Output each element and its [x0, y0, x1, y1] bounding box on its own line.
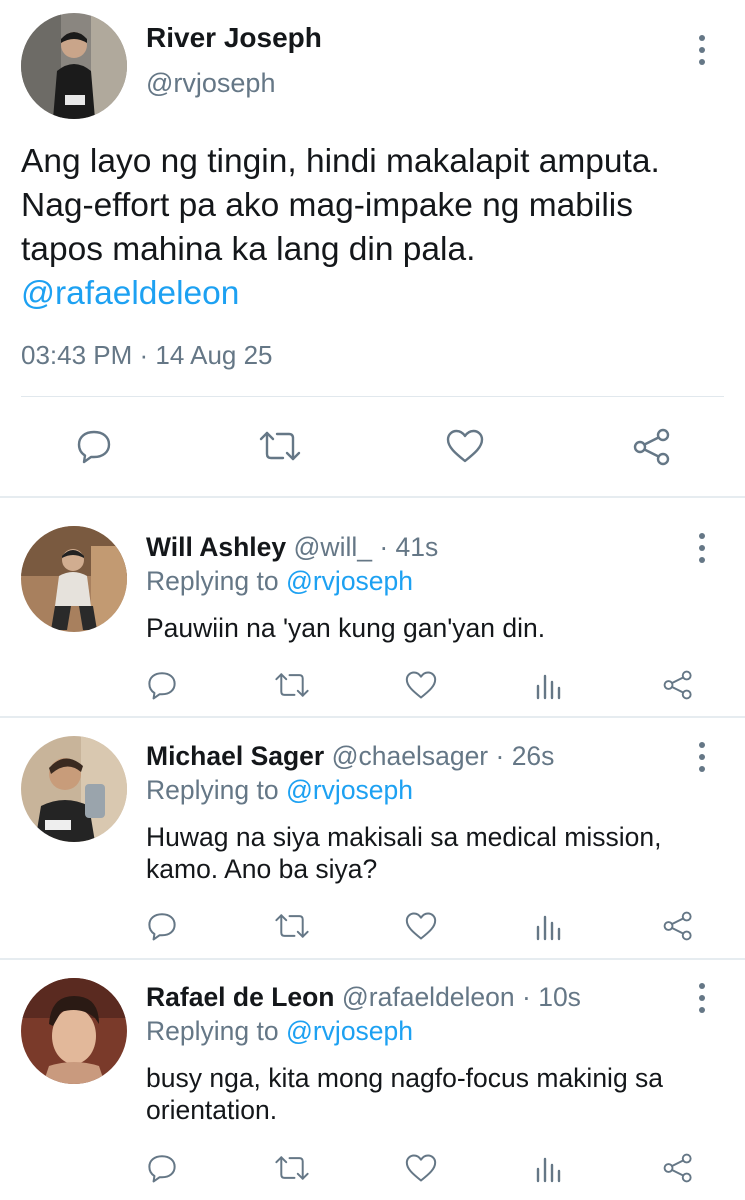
divider	[21, 396, 724, 397]
replying-to-label: Replying to	[146, 1016, 286, 1046]
mention-link[interactable]: @rvjoseph	[286, 775, 413, 805]
replying-to: Replying to @rvjoseph	[146, 775, 413, 806]
mention-link[interactable]: @rvjoseph	[286, 1016, 413, 1046]
like-icon[interactable]	[404, 670, 438, 700]
reply-text: Huwag na siya makisali sa medical missio…	[146, 822, 662, 884]
more-options-icon[interactable]	[697, 35, 707, 65]
reply-text: busy nga, kita mong nagfo-focus makinig …	[146, 1063, 664, 1125]
tweet-text-line: Nag-effort pa ako mag-impake ng mabilis	[21, 187, 633, 224]
like-icon[interactable]	[404, 911, 438, 941]
author-name[interactable]: Will Ashley	[146, 532, 286, 562]
avatar[interactable]	[21, 736, 127, 842]
author-name[interactable]: Rafael de Leon	[146, 982, 335, 1012]
share-icon[interactable]	[632, 428, 672, 466]
author-handle[interactable]: @chaelsager	[332, 741, 489, 771]
author-handle[interactable]: @rafaeldeleon	[342, 982, 515, 1012]
retweet-icon[interactable]	[257, 429, 303, 463]
reply-header: Rafael de Leon @rafaeldeleon · 10s	[146, 982, 581, 1013]
divider	[0, 496, 745, 498]
share-icon[interactable]	[662, 670, 694, 700]
more-options-icon[interactable]	[697, 983, 707, 1013]
analytics-icon[interactable]	[535, 670, 563, 700]
avatar[interactable]	[21, 978, 127, 1084]
author-name[interactable]: Michael Sager	[146, 741, 324, 771]
share-icon[interactable]	[662, 1153, 694, 1183]
tweet-text-line: Ang layo ng tingin, hindi makalapit ampu…	[21, 143, 660, 180]
retweet-icon[interactable]	[273, 1154, 311, 1182]
reply-icon[interactable]	[146, 910, 178, 942]
replying-to: Replying to @rvjoseph	[146, 566, 413, 597]
tweet-text-line: tapos mahina ka lang din pala.	[21, 231, 476, 268]
more-options-icon[interactable]	[697, 533, 707, 563]
reply-header: Michael Sager @chaelsager · 26s	[146, 741, 554, 772]
divider	[0, 958, 745, 960]
retweet-icon[interactable]	[273, 671, 311, 699]
replying-to: Replying to @rvjoseph	[146, 1016, 413, 1047]
retweet-icon[interactable]	[273, 912, 311, 940]
author-name[interactable]: River Joseph	[146, 22, 322, 54]
tweet-timestamp[interactable]: 03:43 PM · 14 Aug 25	[21, 340, 273, 371]
more-options-icon[interactable]	[697, 742, 707, 772]
divider	[0, 716, 745, 718]
analytics-icon[interactable]	[535, 911, 563, 941]
reply-icon[interactable]	[75, 427, 113, 465]
reply-text: Pauwiin na 'yan kung gan'yan din.	[146, 613, 546, 643]
reply-time: · 26s	[488, 741, 555, 771]
avatar[interactable]	[21, 13, 127, 119]
replying-to-label: Replying to	[146, 566, 286, 596]
reply-icon[interactable]	[146, 1152, 178, 1184]
replying-to-label: Replying to	[146, 775, 286, 805]
author-handle[interactable]: @rvjoseph	[146, 68, 275, 99]
share-icon[interactable]	[662, 911, 694, 941]
tweet-text: Ang layo ng tingin, hindi makalapit ampu…	[21, 140, 736, 316]
author-handle[interactable]: @will_	[294, 532, 372, 562]
mention-link[interactable]: @rafaeldeleon	[21, 272, 736, 316]
like-icon[interactable]	[404, 1153, 438, 1183]
reply-header: Will Ashley @will_ · 41s	[146, 532, 438, 563]
reply-icon[interactable]	[146, 669, 178, 701]
avatar[interactable]	[21, 526, 127, 632]
analytics-icon[interactable]	[535, 1153, 563, 1183]
reply-time: · 41s	[371, 532, 439, 562]
like-icon[interactable]	[445, 428, 485, 464]
mention-link[interactable]: @rvjoseph	[286, 566, 413, 596]
reply-time: · 10s	[514, 982, 581, 1012]
